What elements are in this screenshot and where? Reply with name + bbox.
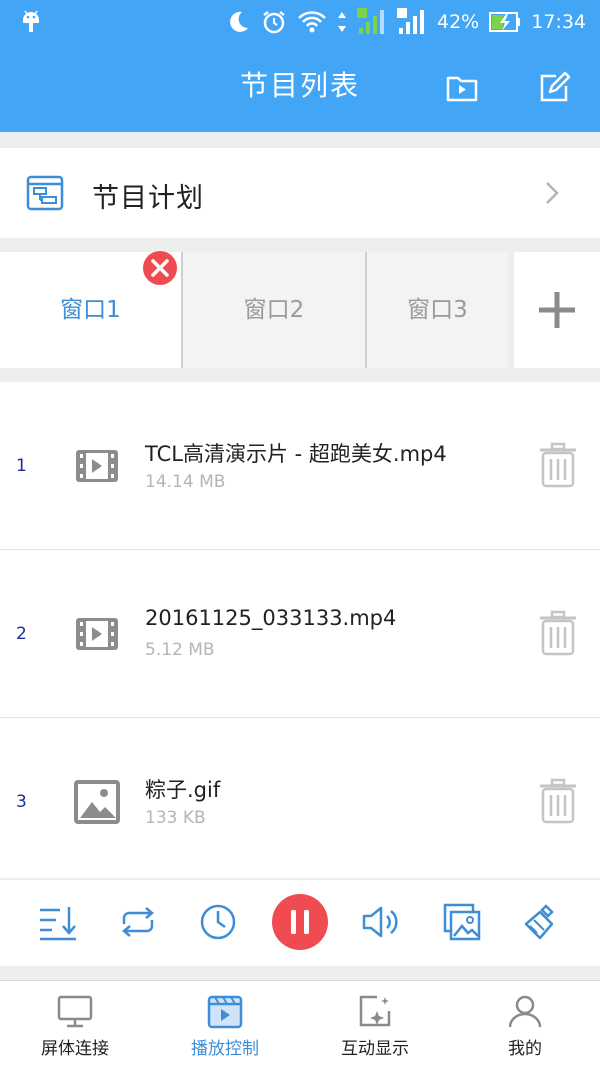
data-arrows-icon [338,12,346,32]
item-index: 1 [16,456,27,476]
file-name: 20161125_033133.mp4 [145,606,397,630]
gallery-icon[interactable] [442,902,482,942]
schedule-icon [26,175,64,211]
folder-play-button[interactable] [444,70,480,106]
close-tab-button[interactable] [142,250,178,286]
interactive-display-icon [359,995,391,1027]
nav-interactive-display[interactable]: 互动显示 [300,981,450,1067]
program-plan-row[interactable]: 节目计划 [0,148,600,238]
nav-label: 屏体连接 [41,1039,109,1059]
window-tabs: 窗口1 窗口2 窗口3 [0,252,600,368]
top-bar: 42% 17:34 节目列表 [0,0,600,132]
brush-clean-icon[interactable] [522,902,562,942]
file-name: TCL高清演示片 - 超跑美女.mp4 [145,442,447,466]
volume-icon[interactable] [360,902,400,942]
item-index: 3 [16,792,27,812]
nav-mine[interactable]: 我的 [450,981,600,1067]
page-title: 节目列表 [239,69,360,102]
list-item[interactable]: 1 TCL高清演示片 - 超跑美女.mp4 14.14 MB [0,382,600,550]
sort-icon[interactable] [38,902,78,942]
file-size: 5.12 MB [145,640,215,660]
video-icon [76,450,118,482]
tab-label: 窗口2 [243,297,305,323]
status-right: 42% 17:34 [225,6,586,38]
video-icon [76,618,118,650]
trash-icon[interactable] [538,778,578,824]
program-plan-label: 节目计划 [92,183,204,214]
monitor-icon [57,995,93,1028]
battery-percent: 42% [437,11,480,33]
signal-sim2-icon [397,8,424,34]
tab-window-2[interactable]: 窗口2 [183,252,367,368]
battery-charging-icon [489,12,521,32]
trash-icon[interactable] [538,442,578,488]
item-index: 2 [16,624,27,644]
alarm-icon [263,11,285,34]
user-icon [508,995,542,1028]
tab-window-3[interactable]: 窗口3 [367,252,508,368]
chevron-right-icon [546,182,559,204]
bottom-nav: 屏体连接 播放控制 互动显示 我的 [0,980,600,1067]
tab-label: 窗口3 [407,297,468,323]
nav-playback-control[interactable]: 播放控制 [150,981,300,1067]
moon-icon [230,11,248,32]
add-window-button[interactable] [514,252,600,368]
list-item[interactable]: 3 粽子.gif 133 KB [0,718,600,886]
repeat-icon[interactable] [118,902,158,942]
wifi-icon [298,11,326,33]
file-list: 1 TCL高清演示片 - 超跑美女.mp4 14.14 MB 2 2016112… [0,382,600,878]
playback-toolbar [0,880,600,966]
edit-button[interactable] [536,70,572,106]
nav-label: 互动显示 [341,1039,409,1059]
tab-label: 窗口1 [60,297,121,323]
play-control-icon [207,995,243,1029]
nav-label: 我的 [508,1039,542,1059]
timer-icon[interactable] [198,902,238,942]
status-bar: 42% 17:34 [0,0,600,44]
file-size: 133 KB [145,808,206,828]
nav-screen-connect[interactable]: 屏体连接 [0,981,150,1067]
file-size: 14.14 MB [145,472,226,492]
pause-button[interactable] [272,894,328,950]
plus-icon [539,292,575,328]
android-icon [23,10,39,32]
clock-time: 17:34 [531,11,586,33]
file-name: 粽子.gif [145,778,221,802]
signal-sim1-icon [357,8,384,34]
pause-icon [291,910,309,934]
trash-icon[interactable] [538,610,578,656]
nav-label: 播放控制 [191,1039,259,1059]
image-icon [74,780,120,824]
list-item[interactable]: 2 20161125_033133.mp4 5.12 MB [0,550,600,718]
